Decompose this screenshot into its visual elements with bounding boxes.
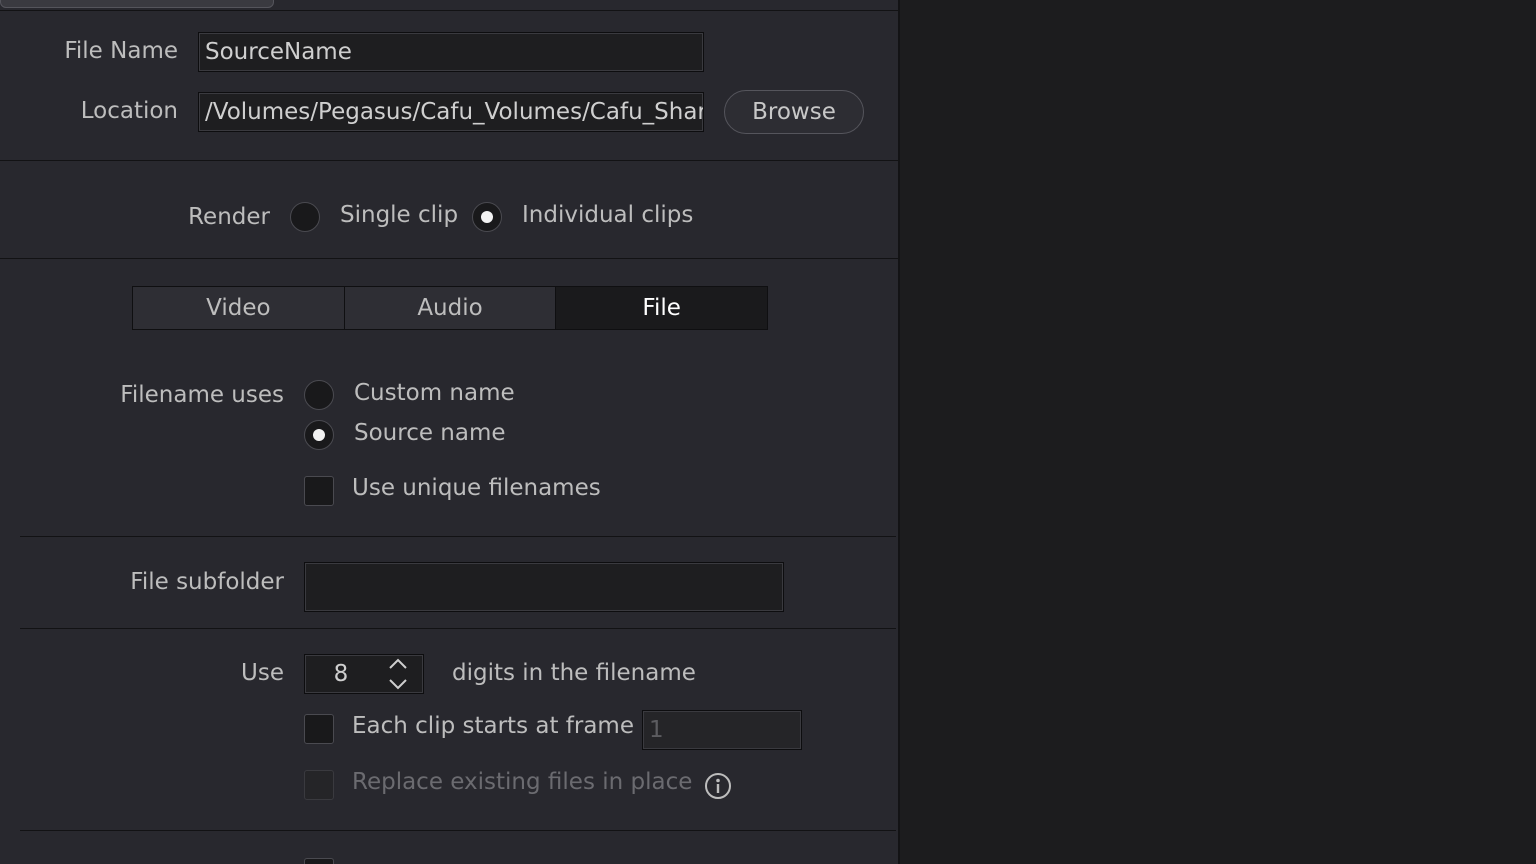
render-settings-app: File Name SourceName Location /Volumes/P…	[0, 0, 1536, 864]
clip-start-frame-input[interactable]: 1	[642, 710, 802, 750]
unique-filenames-label[interactable]: Use unique filenames	[352, 475, 601, 501]
settings-tabs: Video Audio File	[132, 286, 768, 330]
divider	[0, 160, 898, 161]
clip-start-checkbox[interactable]	[304, 714, 334, 744]
top-tab-handle[interactable]	[0, 0, 274, 8]
digits-suffix-label: digits in the filename	[452, 660, 696, 686]
divider	[0, 258, 898, 259]
partial-checkbox[interactable]	[304, 858, 334, 864]
clip-start-label[interactable]: Each clip starts at frame	[352, 713, 634, 739]
viewer-pane	[900, 0, 1536, 864]
render-individual-clips-label[interactable]: Individual clips	[522, 202, 693, 228]
render-label: Render	[188, 204, 270, 230]
stepper-arrows	[389, 658, 407, 690]
replace-existing-checkbox[interactable]	[304, 770, 334, 800]
location-input[interactable]: /Volumes/Pegasus/Cafu_Volumes/Cafu_Share…	[198, 92, 704, 132]
render-settings-panel: File Name SourceName Location /Volumes/P…	[0, 0, 900, 864]
replace-existing-label: Replace existing files in place	[352, 769, 693, 795]
file-name-input[interactable]: SourceName	[198, 32, 704, 72]
chevron-up-icon[interactable]	[389, 658, 407, 669]
digits-value[interactable]: 8	[305, 655, 377, 693]
file-subfolder-label: File subfolder	[130, 569, 284, 595]
info-icon[interactable]	[704, 772, 732, 800]
render-individual-clips-radio[interactable]	[472, 202, 502, 232]
tab-video[interactable]: Video	[133, 287, 345, 329]
file-subfolder-input[interactable]	[304, 562, 784, 612]
tab-file[interactable]: File	[556, 287, 768, 329]
divider	[0, 10, 898, 11]
file-name-label: File Name	[64, 38, 178, 64]
custom-name-label[interactable]: Custom name	[354, 380, 515, 406]
location-label: Location	[80, 98, 178, 124]
divider	[20, 628, 896, 629]
tab-audio[interactable]: Audio	[344, 287, 557, 329]
browse-button[interactable]: Browse	[724, 90, 864, 134]
render-single-clip-label[interactable]: Single clip	[340, 202, 458, 228]
chevron-down-icon[interactable]	[389, 679, 407, 690]
custom-name-radio[interactable]	[304, 380, 334, 410]
render-single-clip-radio[interactable]	[290, 202, 320, 232]
source-name-label[interactable]: Source name	[354, 420, 506, 446]
divider	[20, 536, 896, 537]
source-name-radio[interactable]	[304, 420, 334, 450]
unique-filenames-checkbox[interactable]	[304, 476, 334, 506]
digits-stepper[interactable]: 8	[304, 654, 424, 694]
divider	[20, 830, 896, 831]
filename-uses-label: Filename uses	[120, 382, 284, 408]
use-label: Use	[241, 660, 284, 686]
